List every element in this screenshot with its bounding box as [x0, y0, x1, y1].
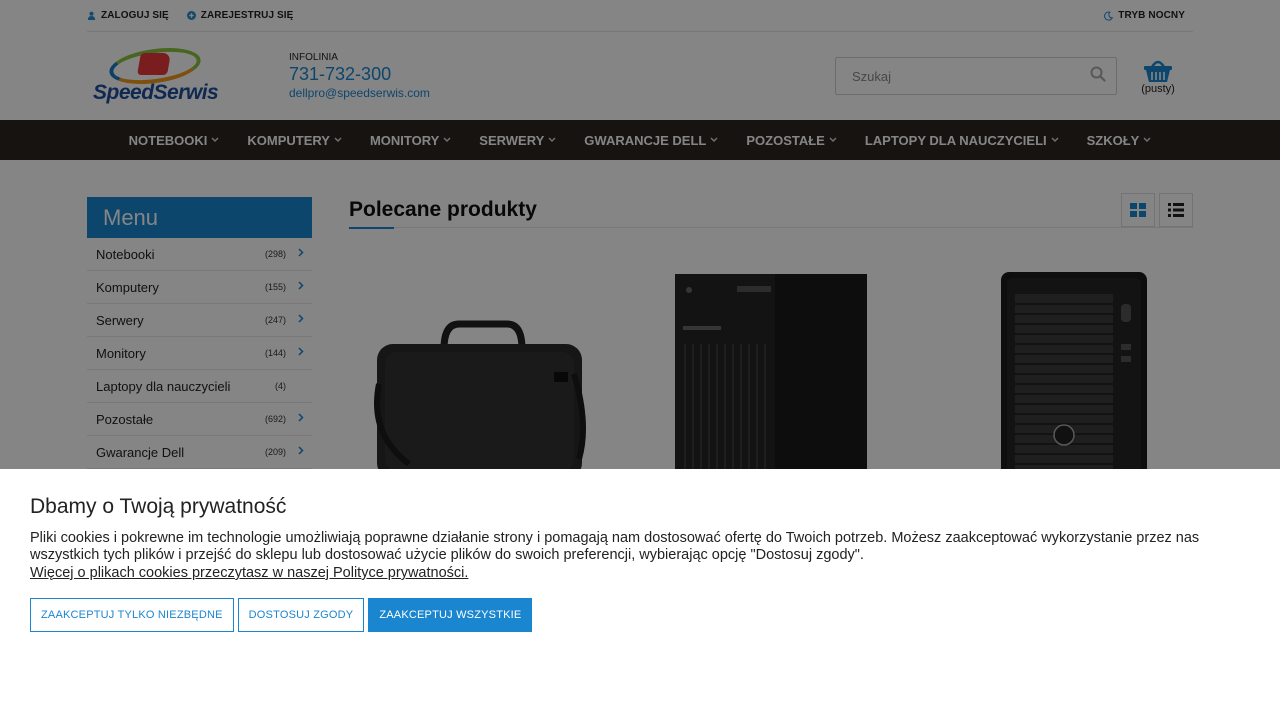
- chevron-right-icon: [286, 413, 304, 425]
- chevron-down-icon: [443, 135, 451, 145]
- chevron-down-icon: [1143, 135, 1151, 145]
- chevron-right-icon: [286, 446, 304, 458]
- product-laptop-bag[interactable]: [349, 264, 617, 494]
- sidebar-item-count: (692): [264, 414, 286, 424]
- sidebar-item-count: (4): [275, 381, 286, 391]
- contact-info: INFOLINIA 731-732-300 dellpro@speedserwi…: [289, 52, 430, 100]
- chevron-down-icon: [1051, 135, 1059, 145]
- nav-item-label: SERWERY: [479, 132, 545, 148]
- nav-item-label: MONITORY: [369, 132, 440, 148]
- moon-icon: [1104, 11, 1114, 21]
- grid-view-button[interactable]: [1121, 193, 1155, 227]
- nav-item-6[interactable]: LAPTOPY DLA NAUCZYCIELI: [851, 133, 1073, 148]
- user-icon: [87, 11, 96, 20]
- tower-server-image: [637, 264, 905, 494]
- sidebar-item[interactable]: Gwarancje Dell (209): [87, 436, 312, 469]
- cart-button[interactable]: (pusty): [1123, 57, 1193, 95]
- sidebar-menu: Menu Notebooki (298) Komputery (155) Serwery…: [87, 197, 312, 494]
- chevron-down-icon: [334, 135, 342, 145]
- search-icon[interactable]: [1090, 66, 1106, 86]
- section-title: Polecane produkty: [349, 198, 537, 221]
- night-mode-toggle[interactable]: TRYB NOCNY: [1104, 10, 1185, 21]
- sidebar-item-label: Notebooki: [96, 246, 155, 262]
- privacy-policy-link[interactable]: Więcej o plikach cookies przeczytasz w n…: [30, 565, 468, 582]
- search-input[interactable]: [852, 68, 1090, 84]
- product-tower-server[interactable]: [637, 264, 905, 494]
- nav-item-5[interactable]: POZOSTAŁE: [732, 133, 850, 148]
- phone-number[interactable]: 731-732-300: [289, 64, 430, 85]
- login-label: ZALOGUJ SIĘ: [101, 10, 169, 21]
- sidebar-item[interactable]: Notebooki (298): [87, 238, 312, 271]
- register-link[interactable]: ZAREJESTRUJ SIĘ: [186, 10, 294, 21]
- chevron-right-icon: [286, 314, 304, 326]
- nav-item-label: GWARANCJE DELL: [584, 132, 707, 148]
- sidebar-item-count: (155): [264, 282, 286, 292]
- sidebar-item-count: (209): [264, 447, 286, 457]
- product-dell-desktop[interactable]: [925, 264, 1193, 494]
- cookie-title: Dbamy o Twoją prywatność: [30, 495, 287, 518]
- chevron-right-icon: [286, 347, 304, 359]
- chevron-down-icon: [211, 135, 219, 145]
- site-logo[interactable]: SpeedSerwis: [91, 42, 251, 107]
- nav-item-1[interactable]: KOMPUTERY: [233, 133, 356, 148]
- nav-item-label: LAPTOPY DLA NAUCZYCIELI: [864, 132, 1047, 148]
- laptop-bag-image: [349, 264, 617, 494]
- nav-item-4[interactable]: GWARANCJE DELL: [570, 133, 732, 148]
- night-mode-label: TRYB NOCNY: [1118, 10, 1185, 21]
- sidebar-title: Menu: [87, 197, 312, 238]
- sidebar-item-label: Pozostałe: [96, 411, 154, 427]
- chevron-right-icon: [286, 248, 304, 260]
- sidebar-item[interactable]: Monitory (144): [87, 337, 312, 370]
- infoline-label: INFOLINIA: [289, 52, 338, 63]
- logo-seat: [137, 53, 171, 75]
- chevron-down-icon: [829, 135, 837, 145]
- sidebar-item-count: (298): [264, 249, 286, 259]
- sidebar-item[interactable]: Pozostałe (692): [87, 403, 312, 436]
- main-nav: NOTEBOOKI KOMPUTERY MONITORY SERWERY GWARANC…: [0, 120, 1280, 160]
- nav-item-label: SZKOŁY: [1086, 132, 1140, 148]
- sidebar-item-label: Gwarancje Dell: [96, 444, 185, 460]
- sidebar-item[interactable]: Laptopy dla nauczycieli (4): [87, 370, 312, 403]
- nav-item-3[interactable]: SERWERY: [465, 133, 570, 148]
- sidebar-item-label: Laptopy dla nauczycieli: [96, 378, 231, 394]
- nav-item-7[interactable]: SZKOŁY: [1073, 133, 1166, 148]
- sidebar-item-label: Serwery: [96, 312, 144, 328]
- sidebar-item[interactable]: Komputery (155): [87, 271, 312, 304]
- list-view-button[interactable]: [1159, 193, 1193, 227]
- nav-item-2[interactable]: MONITORY: [356, 133, 465, 148]
- grid-icon: [1130, 203, 1146, 217]
- basket-icon: [1143, 57, 1173, 83]
- nav-item-0[interactable]: NOTEBOOKI: [115, 133, 234, 148]
- title-underline: [349, 227, 394, 229]
- top-bar: ZALOGUJ SIĘ ZAREJESTRUJ SIĘ TRYB NOCNY: [87, 0, 1193, 32]
- cart-status: (pusty): [1141, 83, 1175, 95]
- sidebar-item-label: Komputery: [96, 279, 159, 295]
- logo-text: SpeedSerwis: [93, 81, 219, 104]
- chevron-right-icon: [286, 281, 304, 293]
- sidebar-item-count: (247): [264, 315, 286, 325]
- login-link[interactable]: ZALOGUJ SIĘ: [87, 10, 169, 21]
- chevron-down-icon: [710, 135, 718, 145]
- list-icon: [1168, 203, 1184, 217]
- nav-item-label: NOTEBOOKI: [128, 132, 208, 148]
- cookie-banner: Dbamy o Twoją prywatność Pliki cookies i…: [0, 469, 1280, 720]
- sidebar-item[interactable]: Serwery (247): [87, 304, 312, 337]
- search-box: [835, 57, 1117, 95]
- featured-products: Polecane produkty: [349, 193, 1193, 494]
- register-label: ZAREJESTRUJ SIĘ: [200, 10, 294, 21]
- site-header: SpeedSerwis INFOLINIA 731-732-300 dellpr…: [87, 32, 1193, 120]
- cookie-text: Pliki cookies i pokrewne im technologie …: [30, 530, 1200, 563]
- nav-item-label: KOMPUTERY: [247, 132, 330, 148]
- nav-item-label: POZOSTAŁE: [746, 132, 825, 148]
- dell-desktop-image: [925, 264, 1193, 494]
- chevron-down-icon: [548, 135, 556, 145]
- sidebar-item-label: Monitory: [96, 345, 146, 361]
- customize-consent-button[interactable]: DOSTOSUJ ZGODY: [237, 598, 365, 632]
- email-link[interactable]: dellpro@speedserwis.com: [289, 86, 430, 100]
- accept-all-button[interactable]: ZAAKCEPTUJ WSZYSTKIE: [368, 598, 533, 632]
- plus-circle-icon: [186, 11, 196, 20]
- sidebar-item-count: (144): [264, 348, 286, 358]
- accept-necessary-button[interactable]: ZAAKCEPTUJ TYLKO NIEZBĘDNE: [30, 598, 234, 632]
